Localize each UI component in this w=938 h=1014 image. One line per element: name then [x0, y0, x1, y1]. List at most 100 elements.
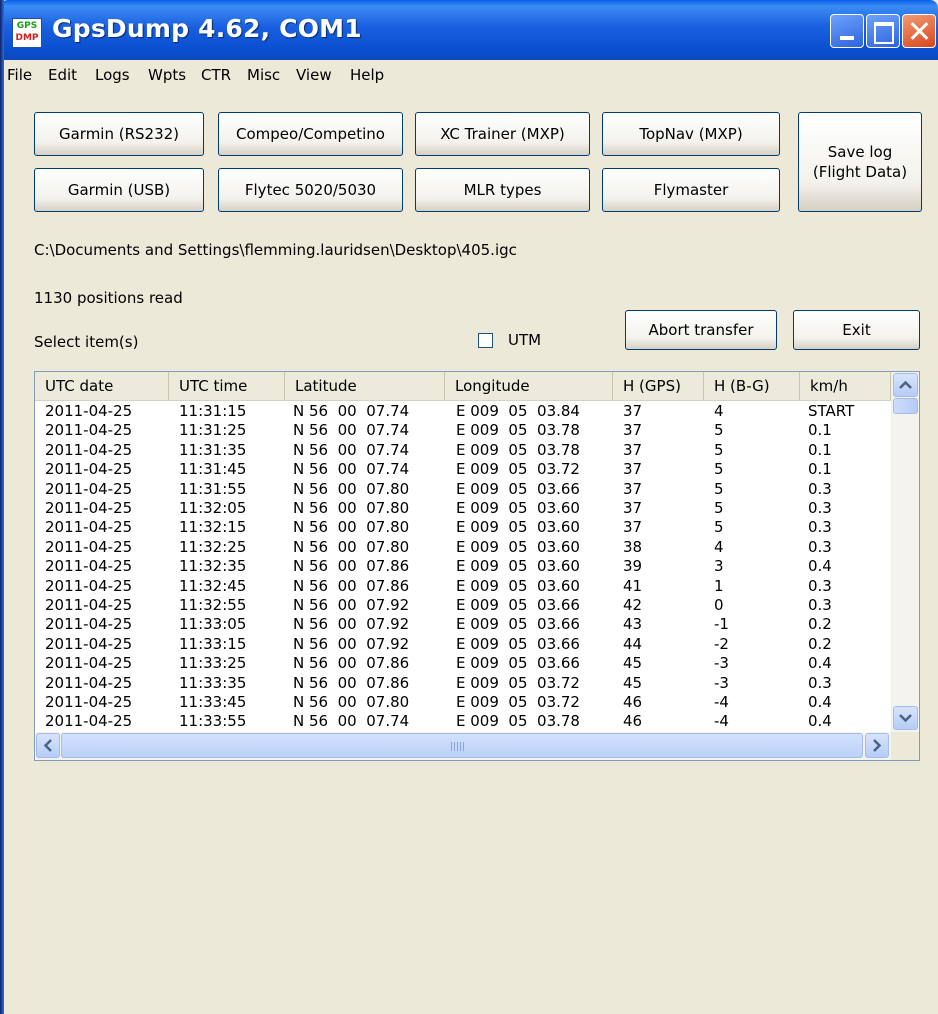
garmin-usb-button[interactable]: Garmin (USB) — [34, 168, 204, 212]
table-row[interactable]: 2011-04-25 11:31:55 N 56 00 07.80 E 009 05 … — [35, 480, 891, 499]
table-row[interactable]: 2011-04-25 11:32:55 N 56 00 07.92 E 009 05 … — [35, 596, 891, 615]
garmin-rs232-button[interactable]: Garmin (RS232) — [34, 112, 204, 156]
cell-longitude: E 009 05 03.66 — [456, 615, 580, 634]
vertical-scroll-thumb[interactable] — [893, 398, 918, 414]
table-row[interactable]: 2011-04-25 11:33:35 N 56 00 07.86 E 009 05 … — [35, 674, 891, 693]
horizontal-scroll-thumb[interactable] — [61, 733, 863, 758]
table-row[interactable]: 2011-04-25 11:32:45 N 56 00 07.86 E 009 05 … — [35, 577, 891, 596]
column-header-utc-date[interactable]: UTC date — [35, 372, 169, 400]
select-items-label: Select item(s) — [34, 333, 139, 351]
close-button[interactable] — [902, 14, 936, 48]
column-header-latitude[interactable]: Latitude — [285, 372, 445, 400]
utm-checkbox[interactable] — [478, 333, 493, 348]
cell-utc-time: 11:33:55 — [179, 712, 247, 731]
cell-utc-date: 2011-04-25 — [45, 537, 133, 556]
cell-longitude: E 009 05 03.60 — [456, 499, 580, 517]
table-row[interactable]: 2011-04-25 11:31:25 N 56 00 07.74 E 009 05 … — [35, 421, 891, 440]
save-log-label-line1: Save log — [827, 143, 893, 161]
table-row[interactable]: 2011-04-25 11:33:45 N 56 00 07.80 E 009 05 … — [35, 693, 891, 712]
xc-trainer-button[interactable]: XC Trainer (MXP) — [415, 112, 590, 156]
vertical-scrollbar[interactable] — [891, 372, 919, 732]
cell-kmh: 0.1 — [808, 440, 832, 459]
cell-longitude: E 009 05 03.60 — [456, 557, 580, 576]
cell-h-gps: 41 — [623, 576, 643, 595]
table-row[interactable]: 2011-04-25 11:31:15 N 56 00 07.74 E 009 05 … — [35, 402, 891, 421]
chevron-up-icon[interactable] — [893, 373, 918, 397]
table-row[interactable]: 2011-04-25 11:33:15 N 56 00 07.92 E 009 05 … — [35, 635, 891, 654]
menu-bar: File Edit Logs Wpts CTR Misc View Help — [4, 60, 938, 90]
cell-utc-date: 2011-04-25 — [45, 673, 133, 692]
column-header-longitude[interactable]: Longitude — [445, 372, 613, 400]
cell-latitude: N 56 00 07.86 — [293, 673, 410, 692]
abort-transfer-button[interactable]: Abort transfer — [625, 310, 777, 350]
cell-utc-date: 2011-04-25 — [45, 654, 133, 673]
menu-edit[interactable]: Edit — [48, 66, 77, 84]
cell-utc-date: 2011-04-25 — [45, 596, 133, 614]
menu-view[interactable]: View — [296, 66, 332, 84]
cell-longitude: E 009 05 03.78 — [456, 421, 580, 440]
table-row[interactable]: 2011-04-25 11:32:35 N 56 00 07.86 E 009 05 … — [35, 557, 891, 576]
column-header-utc-time[interactable]: UTC time — [169, 372, 285, 400]
cell-kmh: 0.3 — [808, 596, 832, 614]
cell-utc-time: 11:33:05 — [179, 615, 247, 634]
title-bar[interactable]: GPS DMP GpsDump 4.62, COM1 — [0, 0, 938, 60]
flymaster-button[interactable]: Flymaster — [602, 168, 780, 212]
cell-h-gps: 43 — [623, 615, 643, 634]
cell-kmh: 0.3 — [808, 576, 832, 595]
table-row[interactable]: 2011-04-25 11:32:05 N 56 00 07.80 E 009 05 … — [35, 499, 891, 518]
table-row[interactable]: 2011-04-25 11:33:05 N 56 00 07.92 E 009 05 … — [35, 615, 891, 634]
chevron-left-icon[interactable] — [36, 733, 60, 758]
cell-utc-time: 11:32:15 — [179, 518, 247, 537]
table-row[interactable]: 2011-04-25 11:31:45 N 56 00 07.74 E 009 05 … — [35, 460, 891, 479]
cell-longitude: E 009 05 03.72 — [456, 693, 580, 711]
cell-h-bg: 5 — [714, 518, 724, 537]
table-row[interactable]: 2011-04-25 11:33:55 N 56 00 07.74 E 009 05 … — [35, 712, 891, 731]
table-row[interactable]: 2011-04-25 11:33:25 N 56 00 07.86 E 009 05 … — [35, 654, 891, 673]
menu-help[interactable]: Help — [350, 66, 384, 84]
table-row[interactable]: 2011-04-25 11:32:25 N 56 00 07.80 E 009 05 … — [35, 538, 891, 557]
table-row[interactable]: 2011-04-25 11:32:15 N 56 00 07.80 E 009 05 … — [35, 518, 891, 537]
cell-longitude: E 009 05 03.60 — [456, 537, 580, 556]
column-header-h-gps[interactable]: H (GPS) — [613, 372, 704, 400]
menu-wpts[interactable]: Wpts — [148, 66, 186, 84]
cell-utc-time: 11:32:35 — [179, 557, 247, 576]
cell-longitude: E 009 05 03.60 — [456, 576, 580, 595]
cell-h-bg: 0 — [714, 596, 724, 614]
cell-h-gps: 37 — [623, 499, 643, 517]
topnav-button[interactable]: TopNav (MXP) — [602, 112, 780, 156]
chevron-right-icon[interactable] — [865, 733, 889, 758]
file-path-label: C:\Documents and Settings\flemming.lauri… — [34, 241, 517, 259]
column-header-kmh[interactable]: km/h — [800, 372, 891, 400]
menu-misc[interactable]: Misc — [247, 66, 280, 84]
menu-file[interactable]: File — [7, 66, 32, 84]
cell-kmh: 0.3 — [808, 673, 832, 692]
exit-button[interactable]: Exit — [793, 310, 920, 350]
save-log-button[interactable]: Save log (Flight Data) — [798, 112, 922, 212]
cell-h-bg: -3 — [714, 654, 729, 673]
cell-kmh: 0.4 — [808, 557, 832, 576]
cell-h-bg: 4 — [714, 537, 724, 556]
flytec-button[interactable]: Flytec 5020/5030 — [218, 168, 403, 212]
utm-label[interactable]: UTM — [508, 331, 541, 349]
menu-logs[interactable]: Logs — [95, 66, 130, 84]
horizontal-scrollbar[interactable] — [35, 732, 891, 760]
table-row[interactable]: 2011-04-25 11:31:35 N 56 00 07.74 E 009 05 … — [35, 441, 891, 460]
maximize-button[interactable] — [866, 14, 900, 48]
cell-longitude: E 009 05 03.72 — [456, 673, 580, 692]
cell-utc-date: 2011-04-25 — [45, 440, 133, 459]
chevron-down-icon[interactable] — [893, 706, 918, 730]
cell-h-gps: 46 — [623, 712, 643, 731]
minimize-button[interactable] — [830, 14, 864, 48]
column-header-h-bg[interactable]: H (B-G) — [704, 372, 800, 400]
cell-h-bg: 3 — [714, 557, 724, 576]
cell-utc-time: 11:31:25 — [179, 421, 247, 440]
mlr-types-button[interactable]: MLR types — [415, 168, 590, 212]
cell-h-gps: 38 — [623, 537, 643, 556]
menu-ctr[interactable]: CTR — [201, 66, 231, 84]
compeo-competino-button[interactable]: Compeo/Competino — [218, 112, 403, 156]
positions-list[interactable]: UTC date UTC time Latitude Longitude H (… — [34, 371, 920, 761]
cell-h-gps: 45 — [623, 654, 643, 673]
cell-kmh: 0.2 — [808, 615, 832, 634]
cell-h-bg: 1 — [714, 576, 724, 595]
cell-latitude: N 56 00 07.86 — [293, 557, 410, 576]
